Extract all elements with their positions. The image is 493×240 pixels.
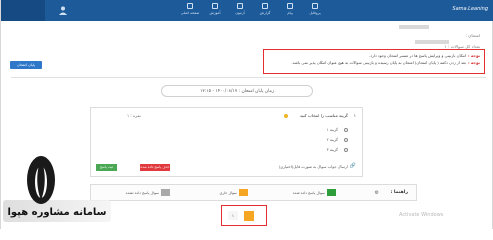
legend-answered: سوال پاسخ داده شده <box>293 189 336 196</box>
unanswered-swatch <box>161 189 170 196</box>
question-number: ۱ <box>353 113 356 118</box>
blurred-username <box>399 25 429 29</box>
nav-item-exams[interactable]: آزمون <box>229 3 251 19</box>
user-icon[interactable] <box>59 6 67 15</box>
current-question-cell[interactable] <box>244 211 254 221</box>
paperclip-icon: 🔗 <box>349 163 356 169</box>
brand-logo: Sama.Leaning <box>452 6 488 12</box>
nav-item-messages[interactable]: پیام <box>279 3 301 19</box>
report-icon <box>262 3 268 9</box>
nav-item-courses[interactable]: آموزش <box>204 3 226 19</box>
option-3-radio[interactable] <box>344 147 348 152</box>
divider <box>11 77 486 78</box>
file-upload-link[interactable]: 🔗 ارسال جواب سوال به صورت فایل(اختیاری) <box>279 163 356 169</box>
legend-current: سوال جاری <box>220 189 248 196</box>
current-question-indicator <box>284 113 288 118</box>
nav-item-profile[interactable]: پروفایل <box>304 3 326 19</box>
delete-answer-button[interactable]: حذف پاسخ داده شده <box>140 164 170 171</box>
answered-swatch <box>327 189 336 196</box>
option-3[interactable]: گزینه ۳ <box>327 147 348 152</box>
profile-icon <box>312 3 318 9</box>
nav-item-home[interactable]: صفحه اصلی <box>179 3 201 19</box>
exam-page: صفحه اصلی آموزش آزمون گزارش پیام پروفایل… <box>0 0 493 229</box>
legend-unanswered: سوال پاسخ داده نشده <box>126 189 170 196</box>
option-2[interactable]: گزینه ۲ <box>327 137 348 142</box>
notice-line-1: توجه :امکان بازبینی و ویرایش پاسخ ها در … <box>369 53 480 58</box>
question-navigator: ۱ <box>221 205 267 226</box>
question-nav-item[interactable]: ۱ <box>228 211 238 220</box>
legend-panel: راهنما : ⚙ سوال پاسخ داده شده سوال جاری … <box>90 184 417 201</box>
option-1-radio[interactable] <box>344 127 348 132</box>
exam-name-label: امتحان : <box>465 33 480 38</box>
consulting-logo: سامانه مشاوره هپوا <box>3 156 111 222</box>
exam-end-time: زمان پایان امتحان : ۱۴۰۰/۰۸/۱۷ - ۱۳:۱۵ <box>161 85 313 97</box>
home-icon <box>187 3 193 9</box>
svg-text:سامانه مشاوره هپوا: سامانه مشاوره هپوا <box>7 207 106 218</box>
question-score: نمره : ۱ <box>127 113 141 118</box>
gear-icon: ⚙ <box>374 189 379 196</box>
question-title: گزینه مناسب را انتخاب کنید <box>299 113 348 118</box>
navbar-left-block <box>1 0 45 21</box>
option-2-radio[interactable] <box>344 137 348 142</box>
question-card: ۱ گزینه مناسب را انتخاب کنید نمره : ۱ گز… <box>90 107 363 177</box>
warning-notice: توجه :امکان بازبینی و ویرایش پاسخ ها در … <box>263 49 485 74</box>
end-exam-button[interactable]: پایان امتحان <box>10 61 42 69</box>
current-swatch <box>239 189 248 196</box>
exam-icon <box>237 3 243 9</box>
notice-line-2: توجه :بعد از زدن دکمه ( پایان امتحان) ام… <box>291 60 480 65</box>
book-icon <box>212 3 218 9</box>
top-navbar: صفحه اصلی آموزش آزمون گزارش پیام پروفایل… <box>1 0 493 21</box>
message-icon <box>287 3 293 9</box>
activate-windows-watermark: Activate Windows <box>399 212 444 218</box>
legend-title: راهنما : <box>390 190 408 195</box>
option-1[interactable]: گزینه ۱ <box>327 127 348 132</box>
nav-item-reports[interactable]: گزارش <box>254 3 276 19</box>
